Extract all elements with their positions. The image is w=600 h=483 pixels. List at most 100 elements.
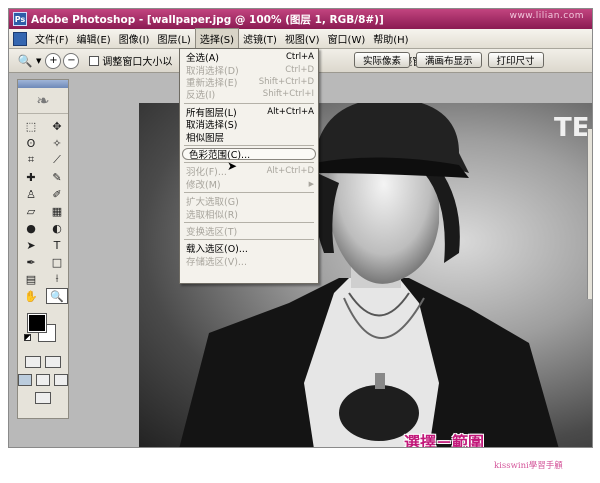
select-menu-item: 重新选择(E) Shift+Ctrl+D	[180, 76, 318, 89]
menu-window[interactable]: 窗口(W)	[324, 29, 370, 48]
type-tool-icon[interactable]: T	[46, 237, 68, 253]
menu-item-shortcut: Alt+Ctrl+A	[267, 106, 314, 117]
eraser-tool-icon[interactable]: ▱	[20, 203, 42, 219]
menu-item-label: 色彩范围(C)...	[189, 149, 251, 161]
select-menu-item[interactable]: 所有图层(L) Alt+Ctrl+A	[180, 106, 318, 119]
full-screen-menu-mode-icon[interactable]	[36, 374, 50, 386]
canvas-area: TE 選擇－範圍	[77, 73, 592, 448]
fit-screen-button[interactable]: 满画布显示	[416, 52, 482, 68]
feather-logo-icon[interactable]: ❧	[18, 88, 68, 114]
path-selection-tool-icon[interactable]: ➤	[20, 237, 42, 253]
menu-select[interactable]: 选择(S)	[194, 28, 239, 49]
menu-item-shortcut: Ctrl+A	[285, 52, 314, 63]
default-colors-icon[interactable]	[24, 334, 31, 341]
menu-separator	[184, 102, 314, 104]
select-menu-item: 羽化(F)... Alt+Ctrl+D	[180, 165, 318, 178]
select-menu-item[interactable]: 载入选区(O)...	[180, 242, 318, 255]
menu-image[interactable]: 图像(I)	[115, 29, 154, 48]
menu-item-label: 存储选区(V)...	[186, 256, 247, 268]
menu-item-label: 修改(M)	[186, 179, 221, 191]
lasso-tool-icon[interactable]: ʘ	[20, 135, 42, 151]
menu-item-shortcut: Shift+Ctrl+D	[258, 76, 314, 87]
dodge-tool-icon[interactable]: ◐	[46, 220, 68, 236]
menu-separator	[184, 144, 314, 146]
tutorial-annotation: 選擇－範圍	[404, 433, 485, 448]
menu-separator	[184, 162, 314, 164]
chevron-down-icon[interactable]: ▼	[36, 57, 41, 65]
move-tool-icon[interactable]: ✥	[46, 118, 68, 134]
menu-item-label: 相似图层	[186, 132, 225, 144]
menu-item-shortcut: Ctrl+D	[285, 64, 314, 75]
menu-item-label: 反选(I)	[186, 90, 216, 102]
side-panel-edge[interactable]	[587, 129, 592, 299]
mouse-cursor-icon: ➤	[227, 159, 238, 173]
menu-view[interactable]: 视图(V)	[281, 29, 324, 48]
healing-brush-tool-icon[interactable]: ✚	[20, 169, 42, 185]
print-size-button[interactable]: 打印尺寸	[487, 52, 544, 68]
select-menu-item: 取消选择(D) Ctrl+D	[180, 63, 318, 77]
marquee-tool-icon[interactable]: ⬚	[20, 118, 42, 134]
full-screen-mode-icon[interactable]	[54, 374, 68, 386]
select-menu-item: 存储选区(V)...	[180, 254, 318, 268]
menu-item-label: 变换选区(T)	[186, 226, 238, 238]
select-menu-item: 修改(M) ▶	[180, 178, 318, 191]
shape-tool-icon[interactable]: □	[46, 254, 68, 270]
select-menu-item: 扩大选取(G)	[180, 195, 318, 208]
slice-tool-icon[interactable]: ⟋	[46, 152, 68, 168]
select-menu-item[interactable]: 相似图层	[180, 130, 318, 144]
menu-file[interactable]: 文件(F)	[31, 29, 73, 48]
menu-layer[interactable]: 图层(L)	[153, 29, 194, 48]
menu-separator	[184, 191, 314, 193]
select-menu-item: 反选(I) Shift+Ctrl+I	[180, 88, 318, 102]
footer-credit: kisswini學習手顧	[494, 461, 563, 471]
resize-window-checkbox[interactable]	[89, 55, 100, 66]
zoom-out-icon[interactable]: −	[63, 52, 80, 69]
foreground-color-swatch[interactable]	[27, 313, 47, 333]
brush-tool-icon[interactable]: ✎	[46, 169, 68, 185]
submenu-arrow-icon: ▶	[308, 179, 314, 188]
blur-tool-icon[interactable]: ●	[20, 220, 42, 236]
pen-tool-icon[interactable]: ✒	[20, 254, 42, 270]
hand-tool-icon[interactable]: ✋	[20, 288, 42, 304]
select-menu-item[interactable]: 取消选择(S)	[180, 118, 318, 131]
menu-bar: 文件(F) 编辑(E) 图像(I) 图层(L) 选择(S) 滤镜(T) 视图(V…	[9, 28, 592, 49]
select-menu-dropdown: 全选(A) Ctrl+A 取消选择(D) Ctrl+D 重新选择(E) Shift+Ctr…	[179, 48, 319, 284]
zoom-tool-icon[interactable]: 🔍	[46, 288, 68, 304]
magic-wand-tool-icon[interactable]: ✧	[46, 135, 68, 151]
gradient-tool-icon[interactable]: ▦	[46, 203, 68, 219]
standard-mode-icon[interactable]	[25, 356, 41, 368]
photoshop-window: Ps Adobe Photoshop - [wallpaper.jpg @ 10…	[8, 8, 593, 448]
menu-help[interactable]: 帮助(H)	[369, 29, 412, 48]
menu-item-label: 选取相似(R)	[186, 209, 239, 221]
color-swatches	[22, 312, 68, 350]
standard-screen-mode-icon[interactable]	[18, 374, 32, 386]
resize-window-label: 调整窗口大小以	[102, 57, 173, 68]
clone-stamp-tool-icon[interactable]: ♙	[20, 186, 42, 202]
jump-to-imageready-icon[interactable]	[35, 392, 51, 404]
notes-tool-icon[interactable]: ▤	[20, 271, 42, 287]
zoom-in-icon[interactable]: +	[45, 52, 62, 69]
select-menu-item: 选取相似(R)	[180, 207, 318, 221]
select-menu-item[interactable]: 全选(A) Ctrl+A	[180, 51, 318, 64]
select-menu-item: 变换选区(T)	[180, 225, 318, 238]
poster-corner-text: TE	[554, 113, 590, 143]
window-title: Adobe Photoshop - [wallpaper.jpg @ 100% …	[31, 13, 384, 26]
crop-tool-icon[interactable]: ⌗	[20, 152, 42, 168]
eyedropper-tool-icon[interactable]: ⟊	[46, 271, 68, 287]
title-bar: Ps Adobe Photoshop - [wallpaper.jpg @ 10…	[9, 9, 592, 29]
quick-mask-mode-icon[interactable]	[45, 356, 61, 368]
menu-item-shortcut: Shift+Ctrl+I	[262, 89, 314, 100]
menu-edit[interactable]: 编辑(E)	[73, 29, 115, 48]
toolbox-grip[interactable]	[18, 80, 68, 88]
photoshop-app-icon: Ps	[13, 12, 27, 26]
document-icon[interactable]	[13, 31, 27, 46]
watermark: www.lilian.com	[509, 11, 584, 21]
menu-item-shortcut: Alt+Ctrl+D	[266, 166, 314, 177]
actual-pixels-button[interactable]: 实际像素	[354, 52, 411, 68]
toolbox: ❧ ⬚ ✥ ʘ ✧ ⌗ ⟋ ✚ ✎ ♙ ✐ ▱ ▦ ● ◐ ➤ T ✒ □ ▤ …	[17, 79, 69, 419]
menu-filter[interactable]: 滤镜(T)	[239, 29, 281, 48]
history-brush-tool-icon[interactable]: ✐	[46, 186, 68, 202]
zoom-tool-icon[interactable]: 🔍	[15, 52, 35, 70]
select-menu-item[interactable]: 色彩范围(C)...	[182, 147, 316, 161]
menu-separator	[184, 221, 314, 223]
